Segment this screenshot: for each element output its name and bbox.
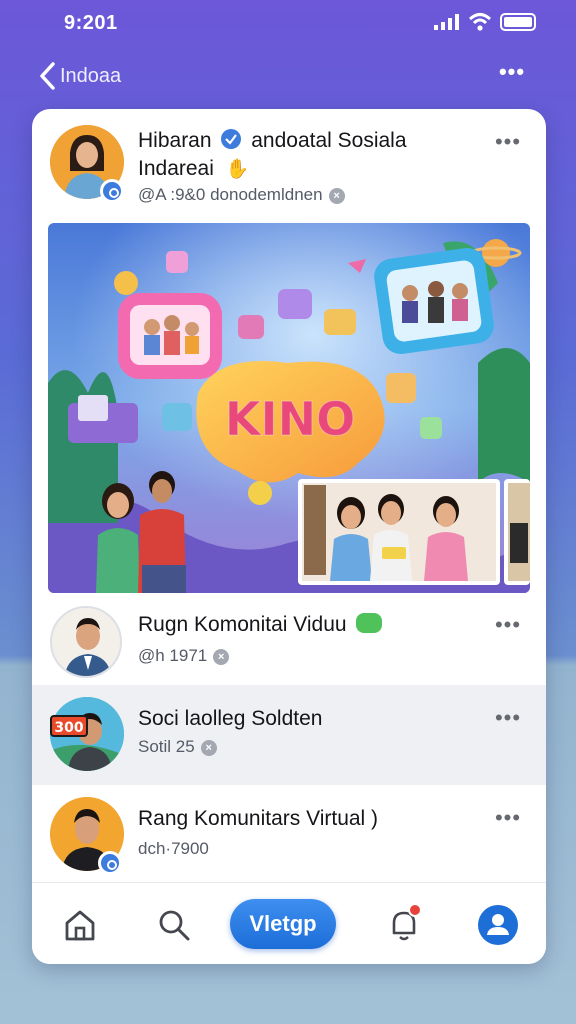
close-icon[interactable]: × xyxy=(213,648,230,665)
close-icon[interactable]: × xyxy=(200,739,217,756)
more-icon[interactable]: ••• xyxy=(494,61,530,88)
back-chevron-icon xyxy=(40,62,55,90)
avatar[interactable] xyxy=(50,606,122,678)
list-item-meta-text: @h 1971 xyxy=(138,646,208,665)
status-time: 9:201 xyxy=(64,12,118,34)
post-meta: @A :9&0 donodemldnen × xyxy=(138,185,345,205)
verified-icon xyxy=(98,851,122,875)
back-button[interactable]: Indoaa xyxy=(38,58,138,94)
primary-action-button[interactable]: Vletgp xyxy=(230,899,336,949)
profile-icon xyxy=(478,905,518,945)
verified-icon xyxy=(221,129,242,150)
home-button[interactable] xyxy=(58,903,102,947)
top-navigation: Indoaa ••• xyxy=(0,56,576,96)
score-badge: 300 xyxy=(50,715,88,737)
post-title-main: Hibaran xyxy=(138,129,212,152)
post-header: Hibaran andoatal Sosiala Indareai ✋ @A :… xyxy=(32,109,546,221)
chat-icon xyxy=(356,613,383,634)
notifications-button[interactable] xyxy=(382,903,426,947)
search-icon xyxy=(159,910,190,941)
back-label: Indoaa xyxy=(60,64,122,87)
list-item-title: Rugn Komonitai Viduu xyxy=(138,613,383,637)
list-item[interactable]: Rugn Komonitai Viduu @h 1971 × ••• xyxy=(32,596,546,688)
list-item-meta-text: Sotil 25 xyxy=(138,737,195,756)
list-item-title: Soci laolleg Soldten xyxy=(138,707,323,730)
feed-card: Hibaran andoatal Sosiala Indareai ✋ @A :… xyxy=(32,109,546,964)
list-item-title: Rang Komunitars Virtual ) xyxy=(138,807,379,830)
wifi-icon xyxy=(468,12,492,37)
close-icon[interactable]: × xyxy=(328,187,345,204)
wave-icon: ✋ xyxy=(225,159,250,180)
list-item-name: Rugn Komonitai Viduu xyxy=(138,613,347,636)
post-title: Hibaran andoatal Sosiala xyxy=(138,129,407,153)
home-icon xyxy=(65,910,95,941)
signal-icon xyxy=(434,14,462,35)
verified-icon xyxy=(100,179,124,203)
post-meta-text: @A :9&0 donodemldnen xyxy=(138,185,323,204)
status-bar: 9:201 xyxy=(0,0,576,46)
hero-title: KINO xyxy=(225,392,355,446)
list-item[interactable]: Rang Komunitars Virtual ) dch·7900 ••• xyxy=(32,785,546,881)
bottom-navigation: Vletgp xyxy=(32,882,546,964)
battery-icon xyxy=(500,13,536,31)
list-item-meta: @h 1971 × xyxy=(138,646,230,666)
more-icon[interactable]: ••• xyxy=(494,614,522,640)
post-image[interactable]: KINO xyxy=(48,223,530,593)
search-button[interactable] xyxy=(152,903,196,947)
notification-badge xyxy=(408,903,422,917)
profile-button[interactable] xyxy=(476,903,520,947)
more-icon[interactable]: ••• xyxy=(494,807,522,833)
more-icon[interactable]: ••• xyxy=(494,131,522,157)
post-title-rest: andoatal Sosiala xyxy=(251,129,407,152)
more-icon[interactable]: ••• xyxy=(494,707,522,733)
list-item-meta: Sotil 25 × xyxy=(138,737,217,757)
post-subtitle: Indareai ✋ xyxy=(138,157,249,181)
list-item[interactable]: 300 Soci laolleg Soldten Sotil 25 × ••• xyxy=(32,685,546,785)
list-item-meta: dch·7900 xyxy=(138,839,209,858)
post-title-line2: Indareai xyxy=(138,157,214,180)
